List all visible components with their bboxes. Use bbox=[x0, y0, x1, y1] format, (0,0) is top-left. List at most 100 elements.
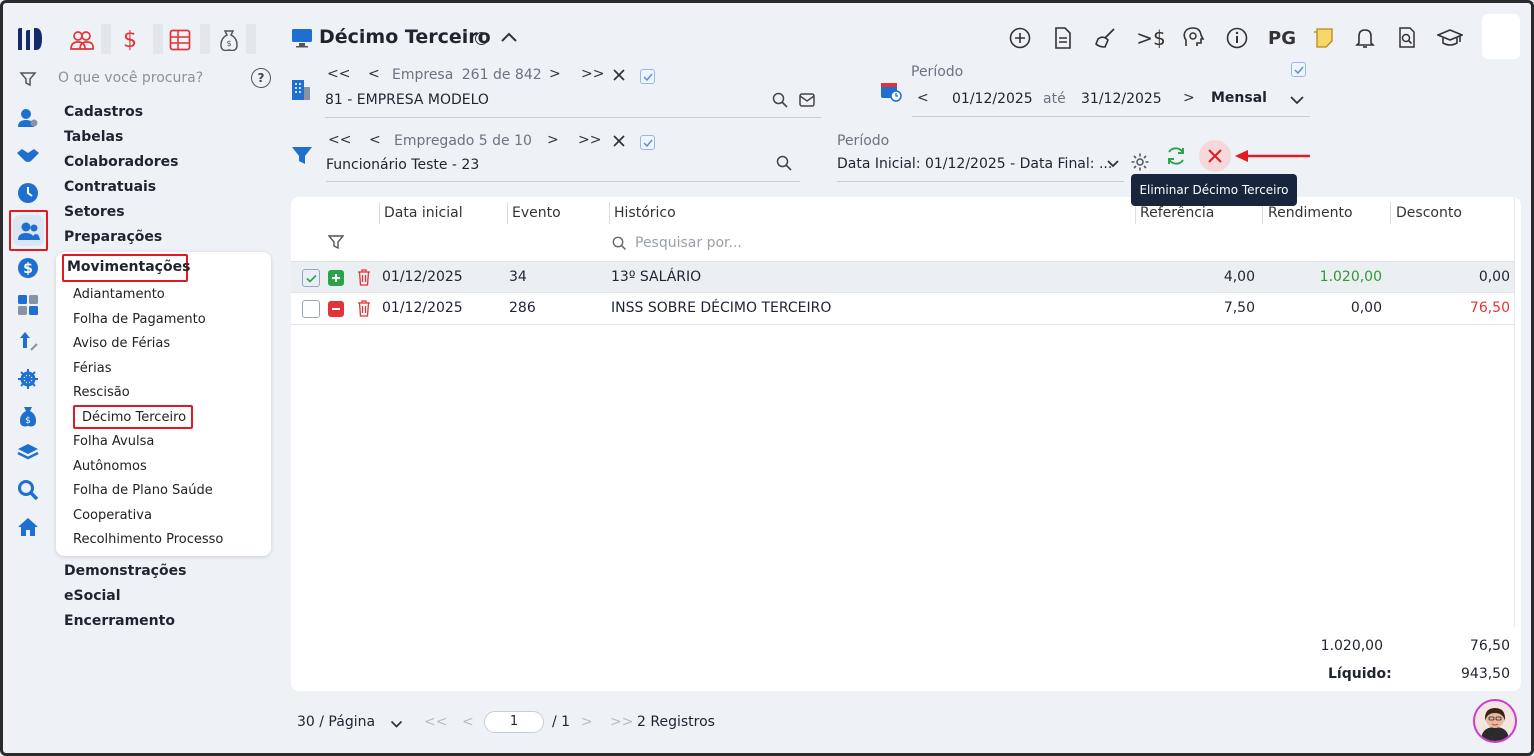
company-search-icon[interactable] bbox=[772, 92, 788, 112]
menu-contratuais[interactable]: Contratuais bbox=[64, 179, 156, 195]
assistant-avatar[interactable] bbox=[1473, 699, 1517, 743]
chevron-down-icon[interactable] bbox=[1289, 93, 1305, 109]
chevron-up-icon[interactable] bbox=[500, 30, 518, 48]
settings-gear-icon[interactable] bbox=[1130, 152, 1150, 176]
sub-folha-avulsa[interactable]: Folha Avulsa bbox=[73, 434, 154, 449]
menu-colaboradores[interactable]: Colaboradores bbox=[64, 154, 179, 170]
table-search-input[interactable]: Pesquisar por... bbox=[635, 235, 742, 251]
employee-search-icon[interactable] bbox=[776, 155, 792, 175]
info-small-icon[interactable]: i bbox=[475, 32, 488, 45]
sub-rescisao[interactable]: Rescisão bbox=[73, 385, 130, 400]
page-last-button[interactable]: >> bbox=[610, 714, 633, 730]
layers-icon[interactable] bbox=[15, 440, 41, 466]
row-checkbox[interactable] bbox=[302, 269, 320, 287]
add-circle-icon[interactable] bbox=[1007, 25, 1033, 51]
clock-icon[interactable] bbox=[15, 180, 41, 206]
employee-prev-button[interactable]: < bbox=[369, 132, 381, 148]
col-header-rendimento[interactable]: Rendimento bbox=[1268, 205, 1353, 221]
company-next-button[interactable]: > bbox=[549, 66, 561, 82]
col-header-desconto[interactable]: Desconto bbox=[1396, 205, 1462, 221]
menu-preparacoes[interactable]: Preparações bbox=[64, 229, 162, 245]
refresh-icon[interactable] bbox=[1165, 145, 1187, 171]
search-icon[interactable] bbox=[15, 477, 41, 503]
transfer-money-icon[interactable]: >$ bbox=[1136, 25, 1166, 51]
broom-icon[interactable] bbox=[1093, 25, 1119, 51]
sticky-note-icon[interactable] bbox=[1310, 25, 1336, 51]
period-bottom-value[interactable]: Data Inicial: 01/12/2025 - Data Final: .… bbox=[837, 156, 1112, 172]
employee-name[interactable]: Funcionário Teste - 23 bbox=[326, 157, 479, 173]
app-logo[interactable] bbox=[16, 26, 44, 56]
menu-cadastros[interactable]: Cadastros bbox=[64, 104, 143, 120]
filter-icon[interactable] bbox=[15, 66, 41, 92]
company-name[interactable]: 81 - EMPRESA MODELO bbox=[325, 92, 489, 108]
pg-button[interactable]: PG bbox=[1267, 25, 1297, 51]
company-clear-icon[interactable] bbox=[612, 68, 626, 86]
sub-decimo-terceiro[interactable]: Décimo Terceiro bbox=[82, 410, 186, 425]
page-number-input[interactable]: 1 bbox=[484, 711, 544, 733]
money-bag-icon[interactable]: $ bbox=[15, 403, 41, 429]
menu-esocial[interactable]: eSocial bbox=[64, 588, 121, 604]
dollar-icon[interactable]: $ bbox=[15, 255, 41, 281]
money-bag-shortcut-icon[interactable]: $ bbox=[216, 26, 242, 54]
menu-tabelas[interactable]: Tabelas bbox=[64, 129, 123, 145]
page-size-select[interactable]: 30 / Página bbox=[297, 714, 375, 730]
search-input[interactable]: O que você procura? bbox=[58, 70, 203, 86]
page-size-chevron-icon[interactable] bbox=[390, 717, 403, 733]
help-icon[interactable]: ? bbox=[251, 68, 271, 88]
info-icon[interactable] bbox=[1224, 25, 1250, 51]
col-header-referencia[interactable]: Referência bbox=[1140, 205, 1214, 221]
trash-icon[interactable] bbox=[357, 268, 371, 290]
graduation-cap-icon[interactable] bbox=[1437, 25, 1463, 51]
menu-movimentacoes[interactable]: Movimentações bbox=[67, 259, 190, 275]
sub-adiantamento[interactable]: Adiantamento bbox=[73, 287, 165, 302]
column-filter-icon[interactable] bbox=[327, 234, 345, 254]
document-icon[interactable] bbox=[1050, 25, 1076, 51]
employee-next-button[interactable]: > bbox=[547, 132, 559, 148]
row-checkbox[interactable] bbox=[302, 300, 320, 318]
employee-checkbox[interactable] bbox=[640, 135, 655, 150]
company-first-button[interactable]: << bbox=[327, 66, 350, 82]
company-checkbox[interactable] bbox=[640, 69, 655, 84]
employee-last-button[interactable]: >> bbox=[578, 132, 601, 148]
network-icon[interactable] bbox=[15, 366, 41, 392]
trash-icon[interactable] bbox=[357, 299, 371, 321]
sub-ferias[interactable]: Férias bbox=[73, 361, 111, 376]
page-next-button[interactable]: > bbox=[581, 714, 593, 730]
bell-icon[interactable] bbox=[1352, 25, 1378, 51]
users-shortcut-icon[interactable] bbox=[69, 26, 95, 54]
menu-setores[interactable]: Setores bbox=[64, 204, 125, 220]
minus-icon[interactable] bbox=[328, 301, 344, 317]
col-header-data-inicial[interactable]: Data inicial bbox=[384, 205, 463, 221]
handshake-icon[interactable] bbox=[15, 143, 41, 169]
user-settings-icon[interactable] bbox=[15, 105, 41, 131]
page-prev-button[interactable]: < bbox=[462, 714, 474, 730]
dollar-shortcut-icon[interactable]: $ bbox=[117, 26, 143, 54]
sub-folha-pagamento[interactable]: Folha de Pagamento bbox=[73, 312, 206, 327]
sub-folha-plano-saude[interactable]: Folha de Plano Saúde bbox=[73, 483, 213, 498]
col-header-historico[interactable]: Histórico bbox=[614, 205, 676, 221]
period-start-date[interactable]: 01/12/2025 bbox=[952, 91, 1033, 107]
home-icon[interactable] bbox=[15, 514, 41, 540]
people-icon[interactable] bbox=[13, 215, 44, 246]
period-checkbox[interactable] bbox=[1291, 62, 1306, 77]
period-prev-button[interactable]: < bbox=[917, 90, 929, 106]
company-prev-button[interactable]: < bbox=[368, 66, 380, 82]
sub-autonomos[interactable]: Autônomos bbox=[73, 459, 147, 474]
plus-icon[interactable] bbox=[328, 270, 344, 286]
period-end-date[interactable]: 31/12/2025 bbox=[1081, 91, 1162, 107]
menu-encerramento[interactable]: Encerramento bbox=[64, 613, 175, 629]
sub-aviso-ferias[interactable]: Aviso de Férias bbox=[73, 336, 170, 351]
user-avatar-box[interactable] bbox=[1482, 14, 1520, 59]
sub-cooperativa[interactable]: Cooperativa bbox=[73, 508, 152, 523]
calculator-icon[interactable] bbox=[15, 292, 41, 318]
period-mode-select[interactable]: Mensal bbox=[1211, 90, 1267, 106]
col-header-evento[interactable]: Evento bbox=[512, 205, 561, 221]
page-first-button[interactable]: << bbox=[424, 714, 447, 730]
brain-settings-icon[interactable] bbox=[1180, 25, 1206, 51]
employee-clear-icon[interactable] bbox=[612, 134, 626, 152]
employee-first-button[interactable]: << bbox=[328, 132, 351, 148]
company-last-button[interactable]: >> bbox=[581, 66, 604, 82]
period-chevron-down-icon[interactable] bbox=[1106, 157, 1120, 173]
delete-thirteenth-button[interactable] bbox=[1199, 140, 1231, 172]
menu-demonstracoes[interactable]: Demonstrações bbox=[64, 563, 186, 579]
